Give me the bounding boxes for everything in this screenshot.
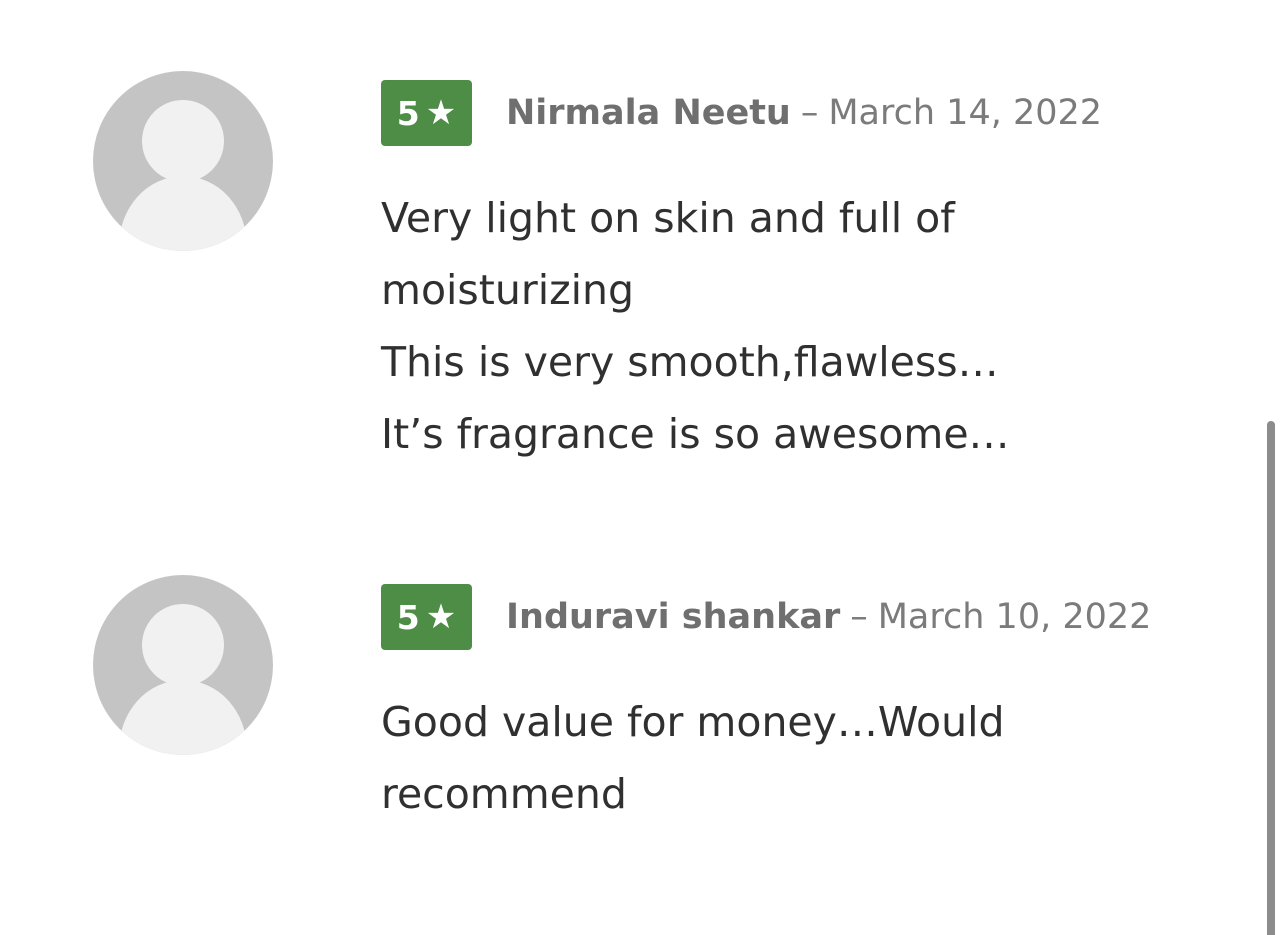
review-meta: 5 ★ Induravi shankar – March 10, 2022 xyxy=(381,584,1151,650)
review-item: 5 ★ Induravi shankar – March 10, 2022 Go… xyxy=(0,0,1260,935)
review-text-line: Good value for money…Would xyxy=(381,698,1005,746)
rating-value: 5 xyxy=(396,597,420,637)
rating-badge: 5 ★ xyxy=(381,584,472,650)
review-date: March 10, 2022 xyxy=(877,597,1152,637)
meta-separator: – xyxy=(850,597,868,637)
review-text: Good value for money…Would recommend xyxy=(381,686,1141,830)
avatar xyxy=(93,575,273,755)
review-text-line: recommend xyxy=(381,770,627,818)
star-icon: ★ xyxy=(425,597,457,637)
review-author: Induravi shankar xyxy=(506,597,841,637)
scrollbar[interactable] xyxy=(1267,421,1275,935)
user-placeholder-icon xyxy=(93,575,273,755)
